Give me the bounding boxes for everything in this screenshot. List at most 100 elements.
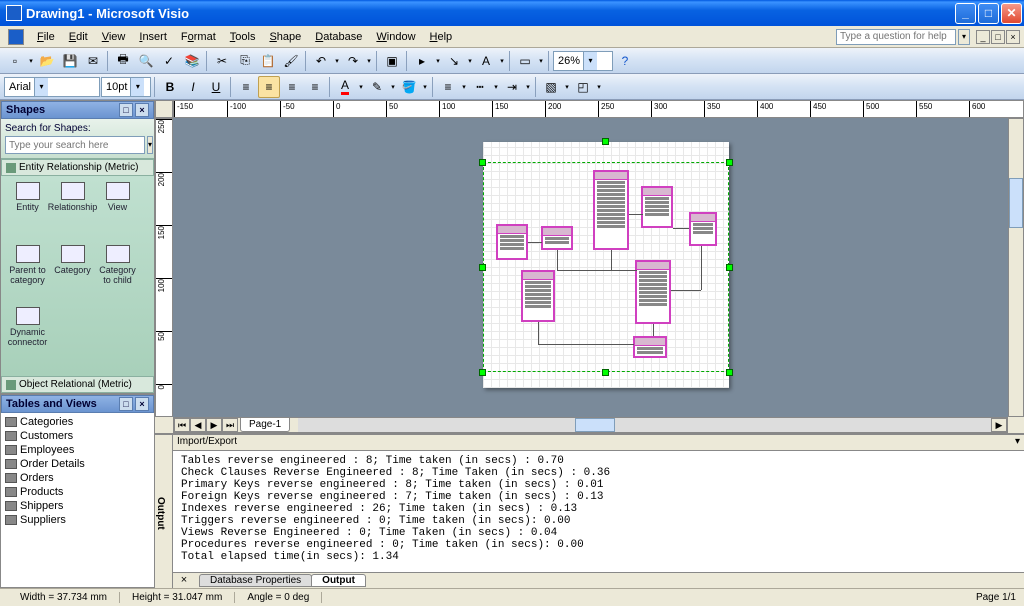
rectangle-tool[interactable]: ▭	[514, 50, 536, 72]
spelling-button[interactable]: ✓	[158, 50, 180, 72]
help-search-input[interactable]	[836, 29, 956, 45]
research-button[interactable]: 📚	[181, 50, 203, 72]
new-button[interactable]: ▫	[4, 50, 26, 72]
corner-button[interactable]: ◰	[572, 76, 594, 98]
shape-dynamic-connector[interactable]: Dynamic connector	[5, 307, 50, 355]
menu-database[interactable]: Database	[308, 29, 369, 45]
table-item[interactable]: Customers	[3, 429, 152, 443]
shape-view[interactable]: View	[95, 182, 140, 230]
menu-format[interactable]: Format	[174, 29, 223, 45]
page-nav-first[interactable]: ⏮	[174, 418, 190, 432]
line-ends-button[interactable]: ⇥	[501, 76, 523, 98]
scrollbar-horizontal[interactable]	[298, 418, 991, 432]
close-button[interactable]: ✕	[1001, 3, 1022, 24]
entity-box[interactable]	[541, 226, 573, 250]
tab-output[interactable]: Output	[311, 574, 366, 587]
menu-window[interactable]: Window	[369, 29, 422, 45]
save-button[interactable]: 💾	[59, 50, 81, 72]
align-left-button[interactable]: ≡	[235, 76, 257, 98]
shapes-window-button[interactable]: ▣	[381, 50, 403, 72]
entity-box[interactable]	[635, 260, 671, 324]
underline-button[interactable]: U	[205, 76, 227, 98]
menu-shape[interactable]: Shape	[262, 29, 308, 45]
entity-box[interactable]	[593, 170, 629, 250]
drawing-page[interactable]	[483, 142, 729, 388]
shape-relationship[interactable]: Relationship	[50, 182, 95, 230]
page-nav-next[interactable]: ▶	[206, 418, 222, 432]
undo-button[interactable]: ↶	[310, 50, 332, 72]
maximize-button[interactable]: □	[978, 3, 999, 24]
line-color-button[interactable]: ✎	[366, 76, 388, 98]
mdi-minimize[interactable]: _	[976, 30, 990, 44]
fill-color-button[interactable]: 🪣	[398, 76, 420, 98]
text-tool[interactable]: A	[475, 50, 497, 72]
help-search-dropdown[interactable]: ▾	[958, 29, 970, 45]
drawing-canvas[interactable]	[173, 118, 1008, 417]
table-item[interactable]: Categories	[3, 415, 152, 429]
entity-box[interactable]	[689, 212, 717, 246]
print-button[interactable]: 🖶	[112, 50, 134, 72]
menu-help[interactable]: Help	[423, 29, 460, 45]
line-weight-button[interactable]: ≡	[437, 76, 459, 98]
align-right-button[interactable]: ≡	[281, 76, 303, 98]
shapes-pane-toggle[interactable]: □	[119, 103, 133, 117]
shapes-search-dd[interactable]: ▾	[147, 136, 153, 154]
table-item[interactable]: Shippers	[3, 499, 152, 513]
stencil-object-relational[interactable]: Object Relational (Metric)	[1, 376, 154, 393]
entity-box[interactable]	[521, 270, 555, 322]
table-item[interactable]: Suppliers	[3, 513, 152, 527]
shape-parent-to-category[interactable]: Parent to category	[5, 245, 50, 293]
minimize-button[interactable]: _	[955, 3, 976, 24]
entity-box[interactable]	[496, 224, 528, 260]
paste-button[interactable]: 📋	[257, 50, 279, 72]
cut-button[interactable]: ✂	[211, 50, 233, 72]
page-nav-last[interactable]: ⏭	[222, 418, 238, 432]
page-nav-prev[interactable]: ◀	[190, 418, 206, 432]
shadow-button[interactable]: ▧	[540, 76, 562, 98]
table-item[interactable]: Order Details	[3, 457, 152, 471]
tables-pane-close[interactable]: ×	[135, 397, 149, 411]
shapes-search-input[interactable]	[5, 136, 145, 154]
shape-category-to-child[interactable]: Category to child	[95, 245, 140, 293]
zoom-combo[interactable]: 26%▾	[553, 51, 613, 71]
scrollbar-vertical[interactable]	[1008, 118, 1024, 417]
menu-edit[interactable]: Edit	[62, 29, 95, 45]
open-button[interactable]: 📂	[36, 50, 58, 72]
output-close-button[interactable]: ×	[177, 574, 191, 588]
font-size-combo[interactable]: 10pt▾	[101, 77, 151, 97]
line-pattern-button[interactable]: ┅	[469, 76, 491, 98]
font-color-button[interactable]: A	[334, 76, 356, 98]
menu-insert[interactable]: Insert	[132, 29, 174, 45]
table-item[interactable]: Employees	[3, 443, 152, 457]
shapes-pane-close[interactable]: ×	[135, 103, 149, 117]
entity-box[interactable]	[633, 336, 667, 358]
tab-database-properties[interactable]: Database Properties	[199, 574, 312, 587]
print-preview-button[interactable]: 🔍	[135, 50, 157, 72]
stencil-entity-relationship[interactable]: Entity Relationship (Metric)	[1, 159, 154, 176]
pointer-tool[interactable]: ▸	[411, 50, 433, 72]
redo-button[interactable]: ↷	[342, 50, 364, 72]
bold-button[interactable]: B	[159, 76, 181, 98]
table-item[interactable]: Products	[3, 485, 152, 499]
mdi-close[interactable]: ×	[1006, 30, 1020, 44]
table-item[interactable]: Orders	[3, 471, 152, 485]
help-button[interactable]: ?	[614, 50, 636, 72]
menu-tools[interactable]: Tools	[223, 29, 263, 45]
shape-category[interactable]: Category	[50, 245, 95, 293]
copy-button[interactable]: ⎘	[234, 50, 256, 72]
align-justify-button[interactable]: ≡	[304, 76, 326, 98]
format-painter-button[interactable]: 🖌	[280, 50, 302, 72]
shape-entity[interactable]: Entity	[5, 182, 50, 230]
italic-button[interactable]: I	[182, 76, 204, 98]
menu-view[interactable]: View	[95, 29, 133, 45]
entity-box[interactable]	[641, 186, 673, 228]
scroll-right-button[interactable]: ▶	[991, 418, 1007, 432]
mdi-restore[interactable]: □	[991, 30, 1005, 44]
output-dropdown[interactable]: ▾	[1015, 436, 1020, 449]
menu-file[interactable]: File	[30, 29, 62, 45]
connector-tool[interactable]: ↘	[443, 50, 465, 72]
page-tab[interactable]: Page-1	[240, 418, 290, 432]
align-center-button[interactable]: ≡	[258, 76, 280, 98]
email-button[interactable]: ✉	[82, 50, 104, 72]
font-combo[interactable]: Arial▾	[4, 77, 100, 97]
